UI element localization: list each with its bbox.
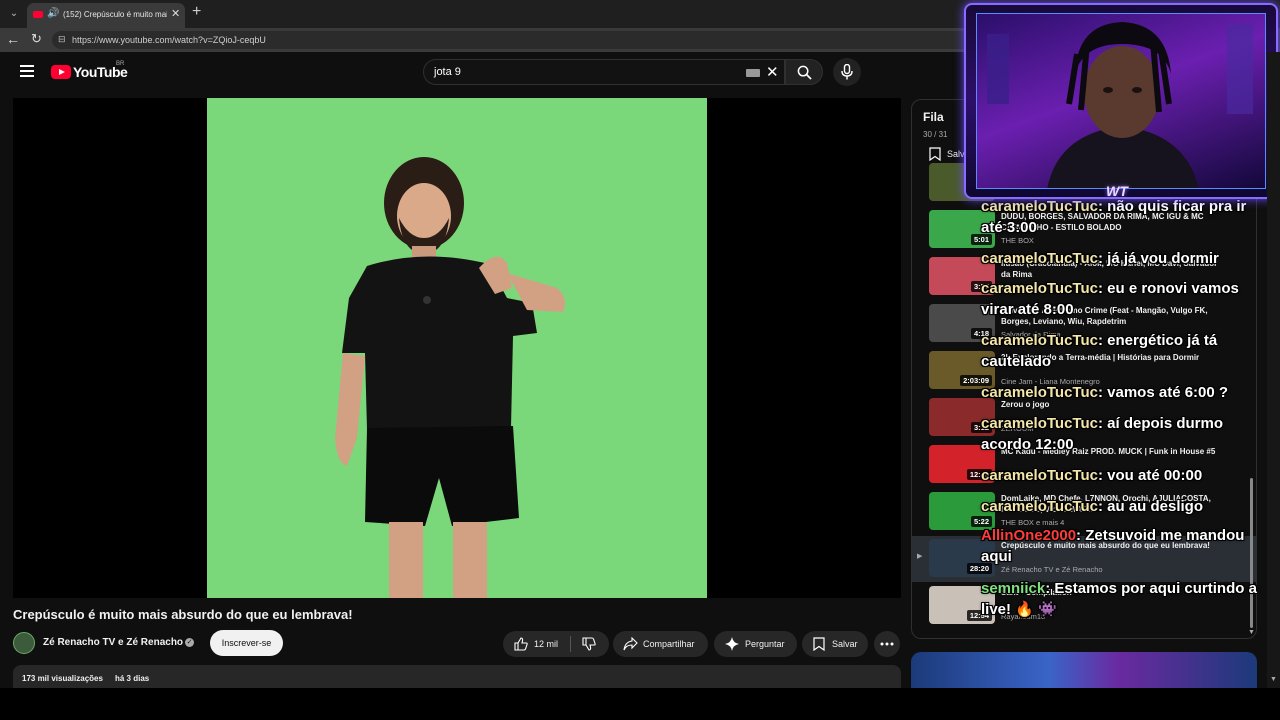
- video-person-image: [335, 157, 565, 598]
- youtube-logo-icon[interactable]: [51, 65, 71, 79]
- page-scrollbar[interactable]: ▼: [1267, 52, 1280, 688]
- address-bar[interactable]: ⊟ https://www.youtube.com/watch?v=ZQioJ-…: [52, 31, 972, 49]
- playlist-position: 30 / 31: [923, 130, 948, 139]
- url-text: https://www.youtube.com/watch?v=ZQioJ-ce…: [72, 35, 266, 45]
- channel-logo: WT: [1106, 183, 1128, 199]
- bookmark-icon: [929, 147, 941, 161]
- video-title: Crepúsculo é muito mais absurdo do que e…: [13, 607, 353, 622]
- share-arrow-icon: [623, 637, 638, 651]
- keyboard-icon[interactable]: [746, 69, 760, 77]
- chat-message: AllinOne2000: Zetsuvoid me mandou aqui: [981, 527, 1245, 565]
- save-bookmark-icon: [813, 637, 825, 651]
- speaker-icon[interactable]: 🔊: [47, 8, 59, 19]
- view-count: 173 mil visualizações: [22, 674, 103, 683]
- now-playing-icon: ▶: [917, 553, 923, 560]
- chat-message: carameloTucTuc: já já vou dormir: [981, 250, 1219, 267]
- page-scroll-down-icon[interactable]: ▼: [1270, 676, 1277, 683]
- taskbar-area: [0, 688, 1280, 720]
- chat-message: carameloTucTuc: vou até 00:00: [981, 467, 1203, 484]
- close-tab-icon[interactable]: ✕: [171, 7, 180, 20]
- chat-message: carameloTucTuc: eu e ronovi vamos virar …: [981, 280, 1239, 318]
- webcam-frame: [976, 13, 1266, 189]
- stream-chat-overlay: carameloTucTuc: não quis ficar pra ir at…: [981, 196, 1271, 626]
- reload-icon[interactable]: ↻: [31, 31, 42, 47]
- like-dislike-group: 12 mil: [503, 631, 609, 657]
- chat-username: semniick: [981, 580, 1046, 597]
- more-actions-button[interactable]: [874, 631, 900, 657]
- browser-tab[interactable]: 🔊 (152) Crepúsculo é muito mais absurdo …: [27, 3, 185, 28]
- chat-username: carameloTucTuc: [981, 332, 1098, 349]
- region-code: BR: [116, 61, 125, 67]
- verified-check-icon: ✓: [185, 638, 194, 647]
- chat-message: carameloTucTuc: au au desligo: [981, 498, 1204, 515]
- tab-title: (152) Crepúsculo é muito mais absurdo do…: [63, 10, 167, 19]
- chat-username: AllinOne2000: [981, 527, 1077, 544]
- chat-text: já já vou dormir: [1107, 250, 1219, 267]
- channel-name[interactable]: Zé Renacho TV e Zé Renacho: [43, 637, 183, 648]
- screen: ⌄ 🔊 (152) Crepúsculo é muito mais absurd…: [0, 0, 1280, 720]
- search-button[interactable]: [785, 59, 823, 85]
- chat-message: semniick: Estamos por aqui curtindo a li…: [981, 580, 1257, 618]
- back-arrow-icon[interactable]: ←: [6, 31, 20, 47]
- chat-username: carameloTucTuc: [981, 467, 1098, 484]
- description-box[interactable]: 173 mil visualizações há 3 dias: [13, 665, 901, 690]
- like-thumb-up-icon[interactable]: [514, 637, 528, 651]
- recommended-thumbnail[interactable]: [911, 652, 1257, 688]
- hamburger-menu-icon[interactable]: [20, 65, 34, 77]
- playlist-title: Fila: [923, 110, 944, 124]
- chat-message: carameloTucTuc: não quis ficar pra ir at…: [981, 198, 1247, 236]
- search-input[interactable]: jota 9 ✕: [423, 59, 785, 85]
- ask-label: Perguntar: [745, 639, 785, 649]
- chat-username: carameloTucTuc: [981, 415, 1098, 432]
- share-button[interactable]: Compartilhar: [613, 631, 708, 657]
- more-dots-icon: [880, 642, 894, 646]
- share-label: Compartilhar: [643, 639, 695, 649]
- site-info-icon[interactable]: ⊟: [58, 34, 66, 45]
- sparkle-icon: [725, 637, 739, 651]
- ask-button[interactable]: Perguntar: [714, 631, 797, 657]
- streamer-avatar-image: [987, 22, 1253, 188]
- chat-username: carameloTucTuc: [981, 384, 1098, 401]
- search-query: jota 9: [434, 66, 461, 78]
- microphone-icon: [841, 64, 853, 80]
- chat-message: carameloTucTuc: energético já tá cautela…: [981, 332, 1218, 370]
- like-divider: [570, 636, 571, 652]
- clear-search-icon[interactable]: ✕: [766, 63, 779, 81]
- dislike-thumb-down-icon[interactable]: [582, 637, 596, 651]
- subscribe-button[interactable]: Inscrever-se: [210, 630, 283, 656]
- like-count[interactable]: 12 mil: [534, 631, 558, 657]
- chat-username: carameloTucTuc: [981, 198, 1098, 215]
- voice-search-button[interactable]: [833, 58, 861, 86]
- upload-date: há 3 dias: [115, 674, 150, 683]
- chat-username: carameloTucTuc: [981, 498, 1098, 515]
- search-icon: [797, 65, 812, 80]
- chat-text: vou até 00:00: [1107, 467, 1203, 484]
- chat-username: carameloTucTuc: [981, 250, 1098, 267]
- chat-text: au au desligo: [1107, 498, 1204, 515]
- channel-avatar[interactable]: [13, 632, 35, 654]
- scroll-down-arrow-icon[interactable]: ▼: [1248, 629, 1255, 636]
- new-tab-plus-icon[interactable]: +: [192, 3, 201, 21]
- chat-username: carameloTucTuc: [981, 280, 1098, 297]
- save-label: Salvar: [832, 639, 858, 649]
- webcam-overlay: WT: [964, 3, 1278, 199]
- video-player[interactable]: [13, 98, 901, 598]
- tab-list-chevron-icon[interactable]: ⌄: [5, 5, 23, 23]
- chat-message: carameloTucTuc: aí depois durmo acordo 1…: [981, 415, 1224, 453]
- save-button[interactable]: Salvar: [802, 631, 868, 657]
- chat-message: carameloTucTuc: vamos até 6:00 ?: [981, 384, 1229, 401]
- youtube-favicon-icon: [33, 11, 43, 18]
- chat-text: vamos até 6:00 ?: [1107, 384, 1229, 401]
- video-frame: [207, 98, 707, 598]
